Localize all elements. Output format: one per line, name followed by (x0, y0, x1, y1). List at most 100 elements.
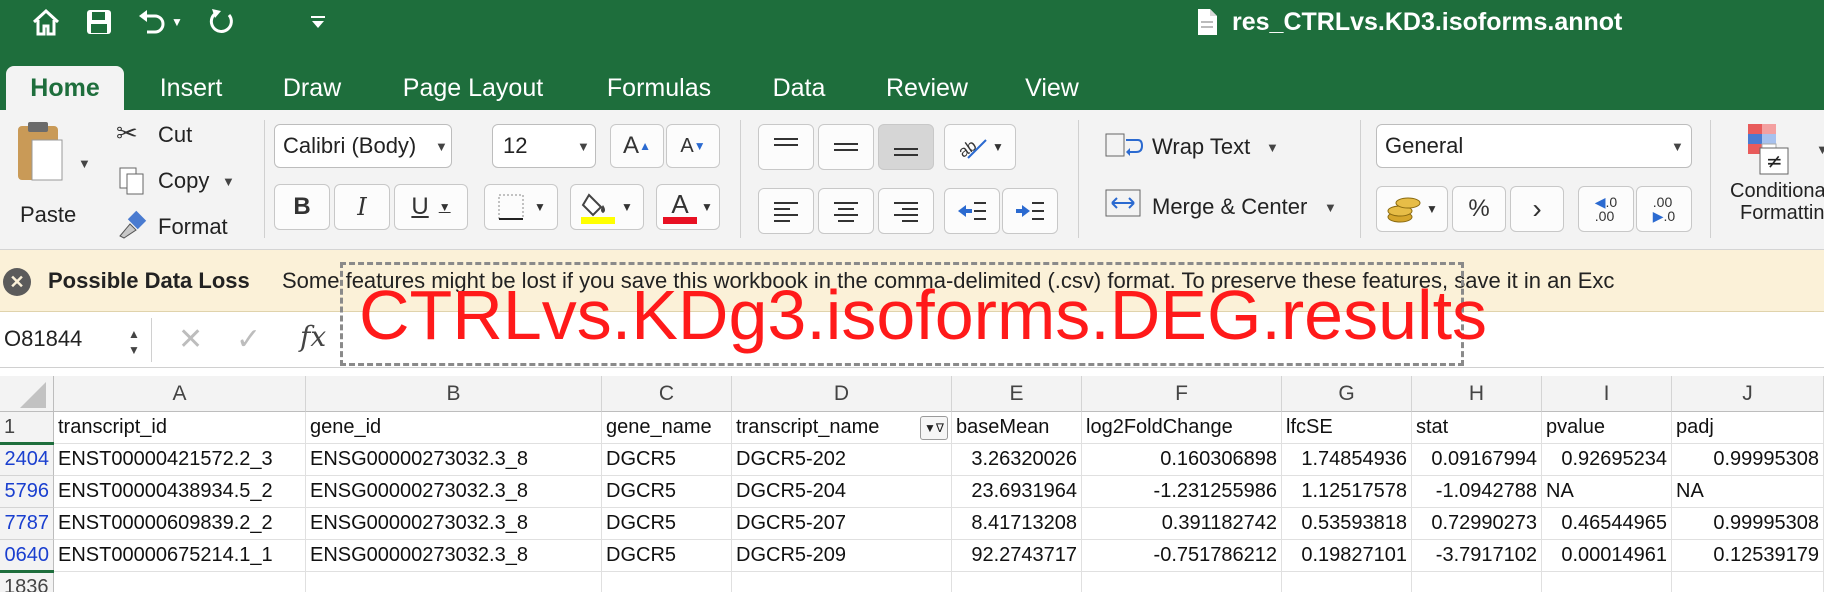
table-cell[interactable]: DGCR5 (602, 540, 732, 572)
table-cell[interactable]: 1.12517578 (1282, 476, 1412, 508)
column-title-cell[interactable]: padj (1672, 412, 1824, 444)
column-header-d[interactable]: D (732, 376, 952, 412)
table-cell[interactable]: 0.53593818 (1282, 508, 1412, 540)
confirm-icon[interactable]: ✓ (236, 322, 261, 357)
column-header-f[interactable]: F (1082, 376, 1282, 412)
column-title-cell[interactable]: log2FoldChange (1082, 412, 1282, 444)
bold-button[interactable]: B (274, 184, 330, 230)
table-cell[interactable]: ENST00000675214.1_1 (54, 540, 306, 572)
conditional-formatting-button[interactable]: ≠ ▼ Conditional Formatting (1728, 122, 1824, 240)
table-cell[interactable]: DGCR5 (602, 508, 732, 540)
row-header[interactable]: 1 (0, 412, 54, 444)
select-all-button[interactable] (0, 376, 54, 412)
table-cell[interactable]: ENSG00000273032.3_8 (306, 508, 602, 540)
tab-formulas[interactable]: Formulas (594, 66, 724, 110)
empty-cell[interactable] (1412, 572, 1542, 592)
align-bottom-button[interactable] (878, 124, 934, 170)
row-header[interactable]: 2404 (0, 444, 54, 476)
table-cell[interactable]: NA (1542, 476, 1672, 508)
table-cell[interactable]: ENST00000421572.2_3 (54, 444, 306, 476)
table-cell[interactable]: 0.00014961 (1542, 540, 1672, 572)
name-box[interactable]: O81844 ▲ ▼ (0, 318, 152, 362)
tab-home[interactable]: Home (6, 66, 124, 110)
save-icon[interactable] (82, 2, 116, 42)
empty-cell[interactable] (54, 572, 306, 592)
fill-color-button[interactable]: ▼ (570, 184, 644, 230)
table-cell[interactable]: DGCR5-202 (732, 444, 952, 476)
column-header-h[interactable]: H (1412, 376, 1542, 412)
close-icon[interactable]: ✕ (3, 268, 31, 296)
table-cell[interactable]: 1.74854936 (1282, 444, 1412, 476)
tab-view[interactable]: View (1016, 66, 1088, 110)
number-format-select[interactable]: General ▼ (1376, 124, 1692, 168)
table-cell[interactable]: DGCR5-209 (732, 540, 952, 572)
empty-cell[interactable] (602, 572, 732, 592)
table-cell[interactable]: -0.751786212 (1082, 540, 1282, 572)
tab-page-layout[interactable]: Page Layout (390, 66, 556, 110)
table-cell[interactable]: 0.391182742 (1082, 508, 1282, 540)
decrease-decimal-button[interactable]: .00 ▶.0 (1636, 186, 1692, 232)
table-cell[interactable]: 0.99995308 (1672, 508, 1824, 540)
empty-cell[interactable] (1542, 572, 1672, 592)
table-cell[interactable]: -3.7917102 (1412, 540, 1542, 572)
filter-dropdown-icon[interactable]: ▼∇ (920, 416, 948, 440)
home-icon[interactable] (28, 2, 64, 42)
increase-indent-button[interactable] (1002, 188, 1058, 234)
percent-style-button[interactable]: % (1452, 186, 1506, 232)
table-cell[interactable]: 0.12539179 (1672, 540, 1824, 572)
column-title-cell[interactable]: gene_id (306, 412, 602, 444)
column-header-e[interactable]: E (952, 376, 1082, 412)
insert-function-button[interactable]: fx (300, 320, 326, 353)
table-cell[interactable]: 0.99995308 (1672, 444, 1824, 476)
italic-button[interactable]: I (334, 184, 390, 230)
table-cell[interactable]: 0.160306898 (1082, 444, 1282, 476)
table-cell[interactable]: 8.41713208 (952, 508, 1082, 540)
table-cell[interactable]: -1.231255986 (1082, 476, 1282, 508)
table-cell[interactable]: ENSG00000273032.3_8 (306, 444, 602, 476)
font-size-select[interactable]: 12 ▼ (492, 124, 596, 168)
decrease-indent-button[interactable] (944, 188, 1000, 234)
increase-decimal-button[interactable]: ◀.0.00 (1578, 186, 1634, 232)
column-header-b[interactable]: B (306, 376, 602, 412)
table-cell[interactable]: 3.26320026 (952, 444, 1082, 476)
underline-button[interactable]: U ▼ (394, 184, 468, 230)
table-cell[interactable]: 0.72990273 (1412, 508, 1542, 540)
font-color-button[interactable]: A ▼ (656, 184, 720, 230)
table-cell[interactable]: DGCR5 (602, 444, 732, 476)
table-cell[interactable]: NA (1672, 476, 1824, 508)
column-title-cell[interactable]: transcript_name (732, 412, 952, 444)
tab-review[interactable]: Review (874, 66, 980, 110)
table-cell[interactable]: 0.09167994 (1412, 444, 1542, 476)
copy-button[interactable]: Copy ▼ (114, 164, 254, 200)
table-cell[interactable]: ENSG00000273032.3_8 (306, 476, 602, 508)
align-middle-button[interactable] (818, 124, 874, 170)
column-header-i[interactable]: I (1542, 376, 1672, 412)
undo-icon[interactable]: ▼ (134, 2, 186, 42)
align-right-button[interactable] (878, 188, 934, 234)
column-header-g[interactable]: G (1282, 376, 1412, 412)
empty-cell[interactable] (1082, 572, 1282, 592)
column-title-cell[interactable]: stat (1412, 412, 1542, 444)
table-cell[interactable]: 23.6931964 (952, 476, 1082, 508)
orientation-button[interactable]: ab ▼ (944, 124, 1016, 170)
empty-cell[interactable] (1282, 572, 1412, 592)
paste-button[interactable]: ▼ Paste (10, 120, 91, 230)
align-center-button[interactable] (818, 188, 874, 234)
empty-cell[interactable] (732, 572, 952, 592)
column-header-c[interactable]: C (602, 376, 732, 412)
column-title-cell[interactable]: pvalue (1542, 412, 1672, 444)
align-left-button[interactable] (758, 188, 814, 234)
table-cell[interactable]: 92.2743717 (952, 540, 1082, 572)
row-header[interactable]: 0640 (0, 540, 54, 572)
row-header[interactable]: 5796 (0, 476, 54, 508)
table-cell[interactable]: DGCR5-207 (732, 508, 952, 540)
table-cell[interactable]: 0.46544965 (1542, 508, 1672, 540)
cut-button[interactable]: ✂ Cut (114, 118, 254, 154)
empty-cell[interactable] (1672, 572, 1824, 592)
column-title-cell[interactable]: gene_name (602, 412, 732, 444)
table-cell[interactable]: DGCR5-204 (732, 476, 952, 508)
format-painter-button[interactable]: Format (114, 210, 254, 246)
empty-cell[interactable] (952, 572, 1082, 592)
column-title-cell[interactable]: baseMean (952, 412, 1082, 444)
increase-font-size-button[interactable]: A ▲ (610, 124, 664, 168)
